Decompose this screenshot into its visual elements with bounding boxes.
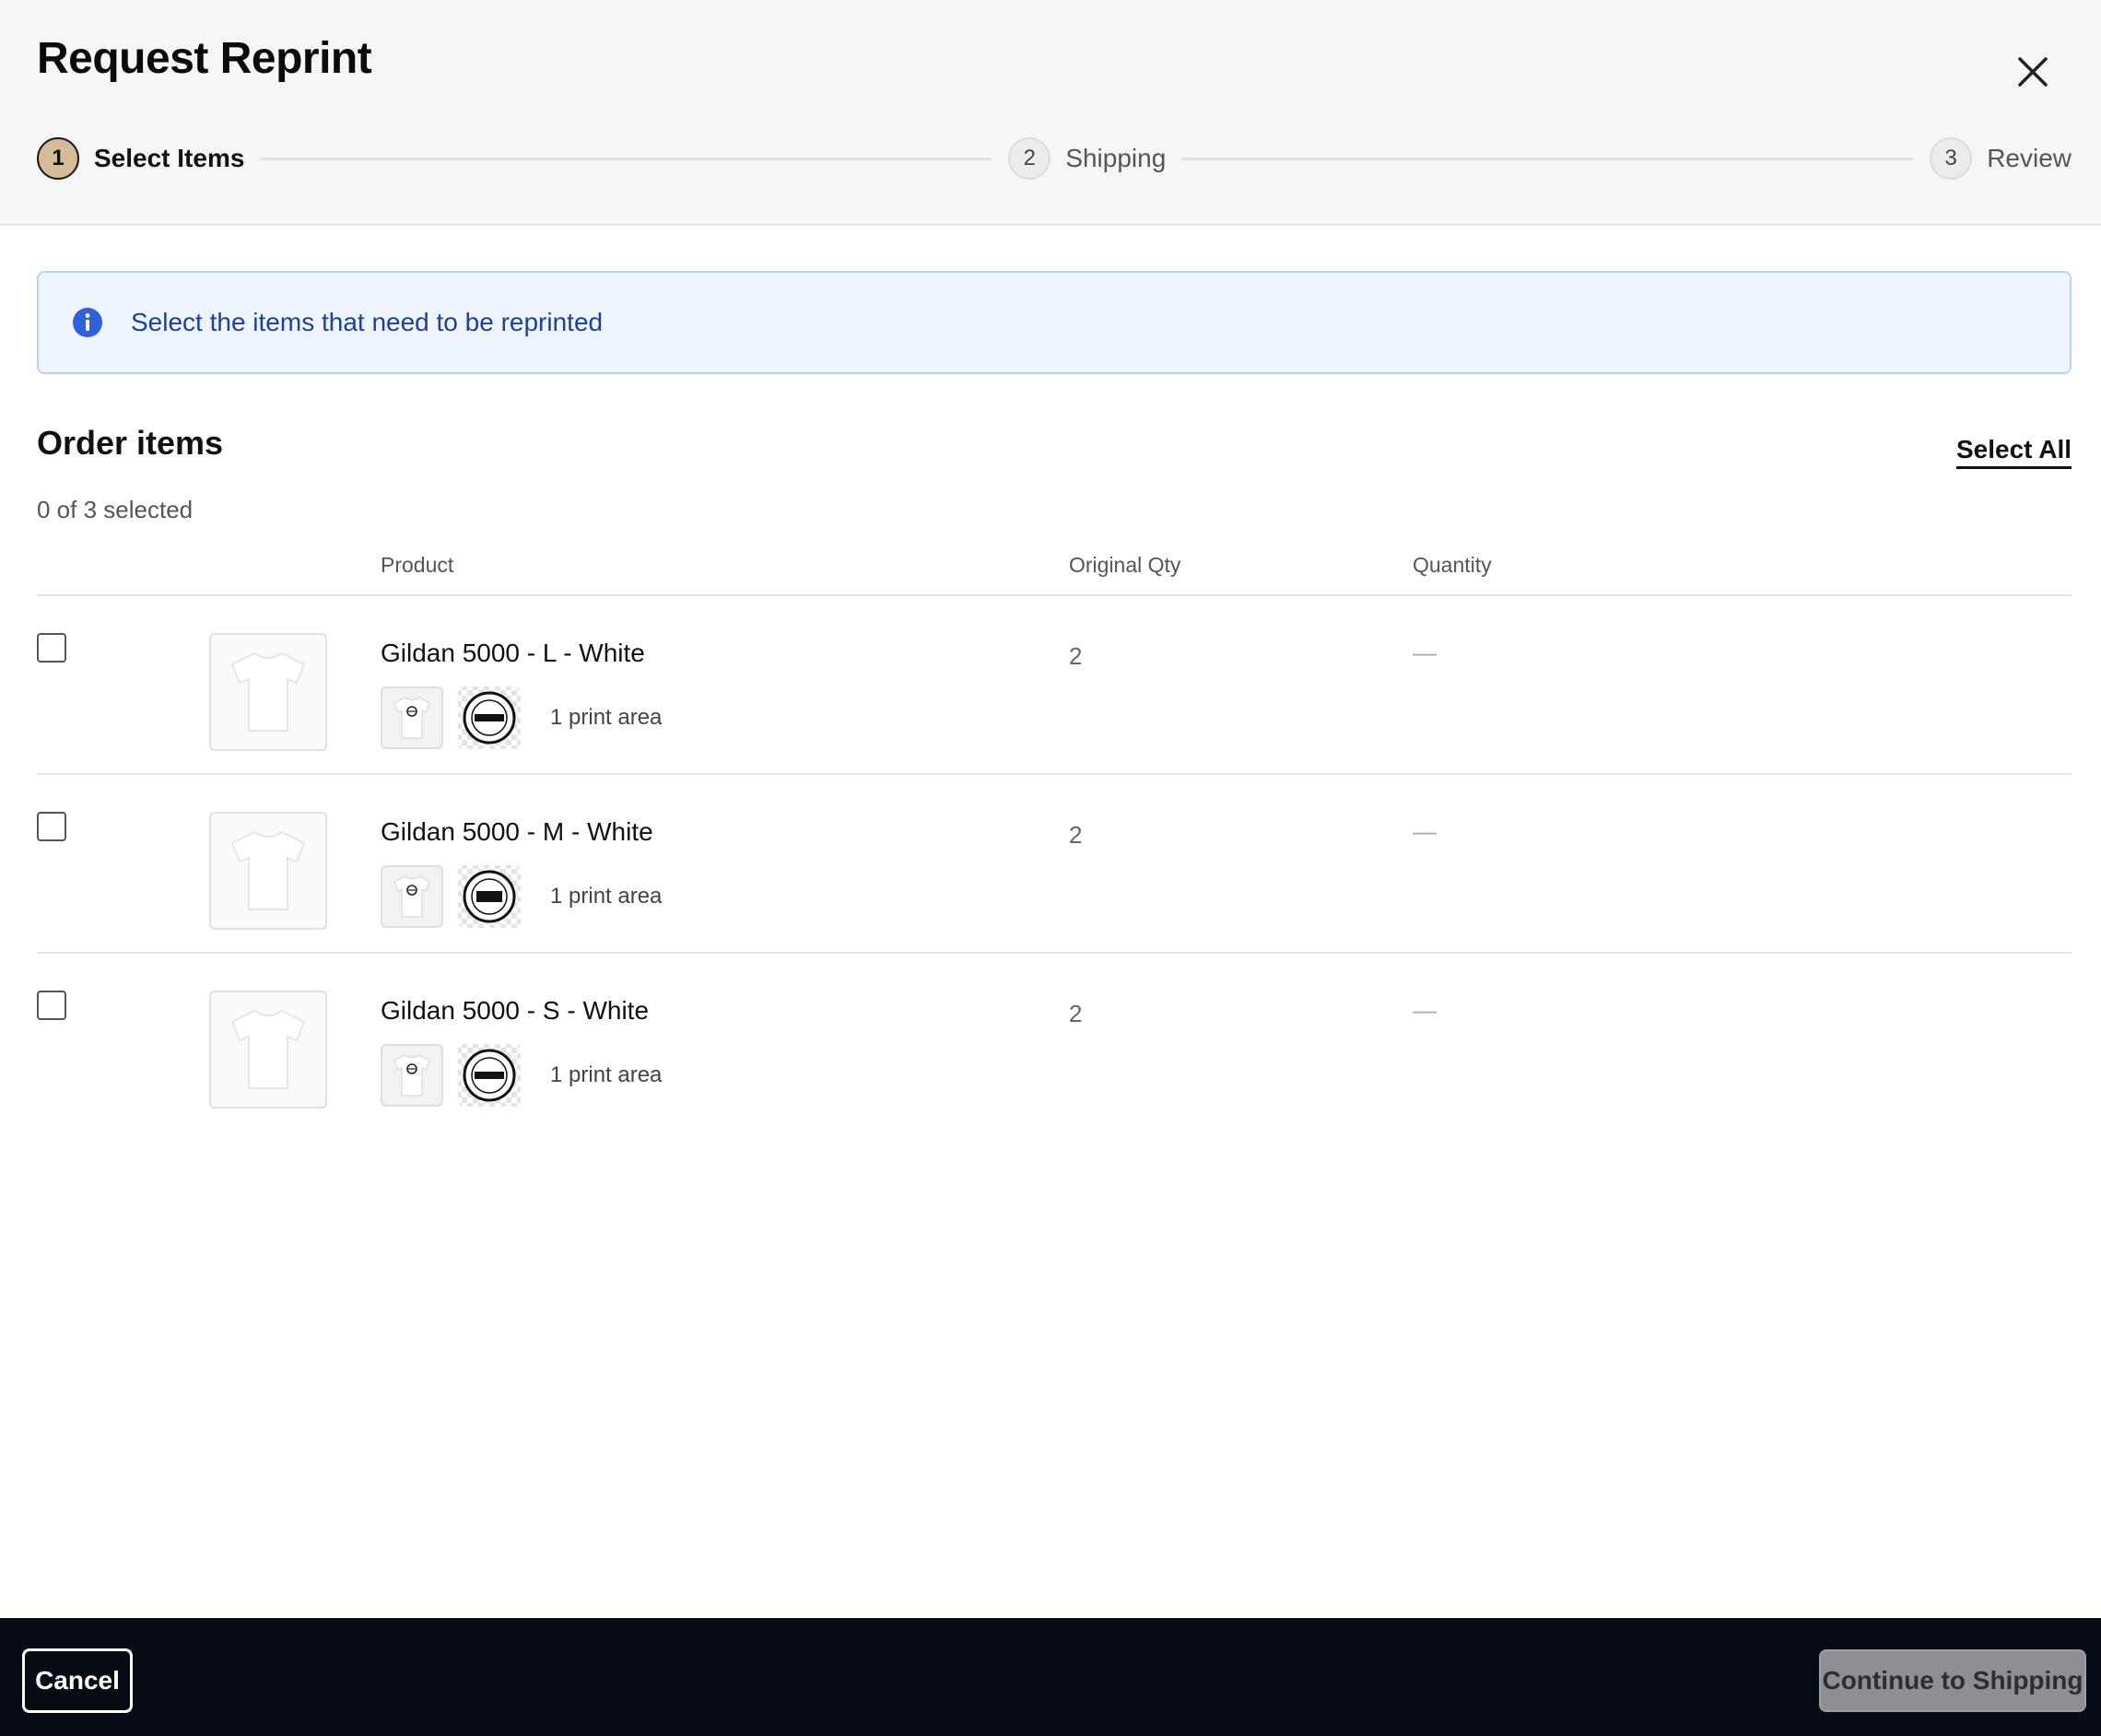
banner-text: Select the items that need to be reprint…: [131, 308, 604, 336]
step-shipping: 2 Shipping: [1008, 137, 1166, 180]
table-row: Gildan 5000 - S - White 1 print area 2 —: [37, 954, 2072, 1132]
tshirt-icon: [230, 1009, 306, 1089]
cancel-button[interactable]: Cancel: [22, 1648, 133, 1713]
column-product: Product: [381, 553, 454, 577]
design-artwork-thumbnail[interactable]: [458, 865, 521, 928]
row-checkbox[interactable]: [37, 812, 66, 841]
close-button[interactable]: [2007, 46, 2059, 98]
close-icon: [2018, 57, 2048, 87]
tshirt-print-icon: [393, 697, 430, 739]
table-row: Gildan 5000 - M - White 1 print area 2 —: [37, 775, 2072, 954]
tshirt-icon: [230, 830, 306, 910]
row-checkbox[interactable]: [37, 633, 66, 663]
product-thumbnail: [209, 633, 327, 751]
product-name: Gildan 5000 - S - White: [381, 996, 650, 1025]
stepper: 1 Select Items 2 Shipping 3 Review: [37, 136, 2072, 181]
dialog-header: Request Reprint 1 Select Items 2 Shippin…: [0, 0, 2101, 226]
print-areas: 1 print area: [381, 686, 662, 749]
print-area-count: 1 print area: [550, 705, 663, 730]
step-label: Review: [1987, 144, 2072, 172]
table-row: Gildan 5000 - L - White 1 print area 2 —: [37, 596, 2072, 775]
step-number: 3: [1930, 137, 1973, 180]
step-review: 3 Review: [1930, 137, 2072, 180]
info-banner: Select the items that need to be reprint…: [37, 271, 2072, 374]
order-items-table: Product Original Qty Quantity Gildan 500…: [37, 544, 2072, 1132]
continue-to-shipping-button[interactable]: Continue to Shipping: [1819, 1649, 2086, 1712]
badge-design-icon: [463, 870, 516, 923]
step-connector: [1182, 157, 1914, 160]
original-qty: 2: [1069, 821, 1083, 849]
tshirt-print-icon: [393, 875, 430, 918]
quantity: —: [1413, 639, 1437, 666]
select-all-link[interactable]: Select All: [1955, 435, 2072, 469]
tshirt-icon: [230, 651, 306, 732]
print-areas: 1 print area: [381, 1044, 662, 1107]
step-number: 2: [1008, 137, 1051, 180]
tshirt-print-icon: [393, 1054, 430, 1097]
step-number: 1: [37, 137, 79, 180]
table-header: Product Original Qty Quantity: [37, 544, 2072, 596]
print-area-count: 1 print area: [550, 1062, 663, 1087]
design-artwork-thumbnail[interactable]: [458, 686, 521, 749]
quantity: —: [1413, 996, 1437, 1024]
step-connector: [261, 157, 992, 160]
product-name: Gildan 5000 - M - White: [381, 817, 653, 846]
original-qty: 2: [1069, 1000, 1083, 1027]
badge-design-icon: [463, 1049, 516, 1102]
quantity: —: [1413, 817, 1437, 845]
dialog-footer: Cancel Continue to Shipping: [0, 1618, 2101, 1736]
selected-count: 0 of 3 selected: [37, 496, 194, 523]
column-quantity: Quantity: [1413, 553, 1492, 577]
original-qty: 2: [1069, 642, 1083, 670]
step-label: Select Items: [94, 144, 245, 172]
product-thumbnail: [209, 812, 327, 930]
step-select-items: 1 Select Items: [37, 137, 244, 180]
product-name: Gildan 5000 - L - White: [381, 639, 645, 667]
step-label: Shipping: [1065, 144, 1167, 172]
print-mockup-thumbnail[interactable]: [381, 865, 443, 928]
badge-design-icon: [463, 691, 516, 745]
design-artwork-thumbnail[interactable]: [458, 1044, 521, 1107]
column-original-qty: Original Qty: [1069, 553, 1181, 577]
print-mockup-thumbnail[interactable]: [381, 686, 443, 749]
print-area-count: 1 print area: [550, 884, 663, 909]
product-thumbnail: [209, 991, 327, 1108]
order-items-title: Order items: [37, 424, 224, 462]
row-checkbox[interactable]: [37, 991, 66, 1020]
print-areas: 1 print area: [381, 865, 662, 928]
info-icon: [73, 308, 102, 337]
dialog-title: Request Reprint: [37, 34, 372, 83]
print-mockup-thumbnail[interactable]: [381, 1044, 443, 1107]
